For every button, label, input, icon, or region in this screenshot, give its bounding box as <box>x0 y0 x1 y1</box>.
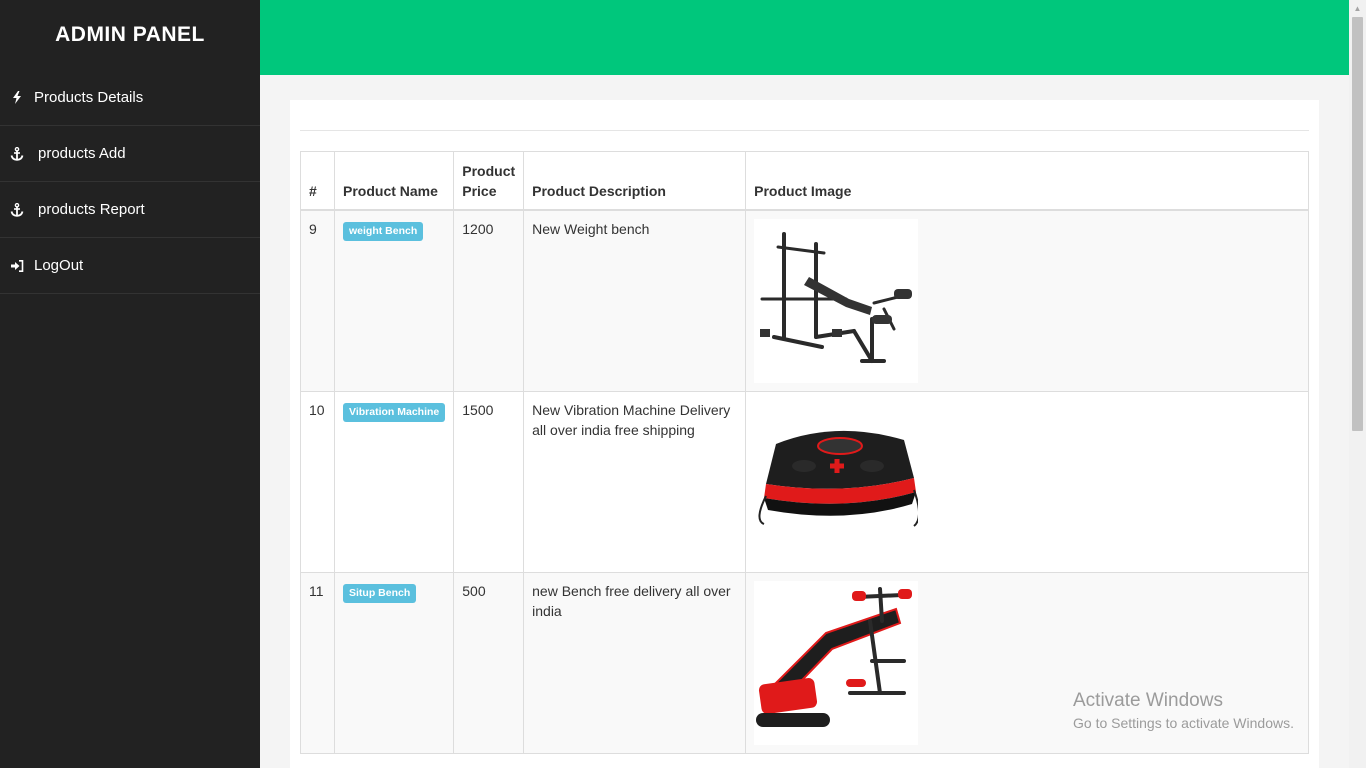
nav-item-label: products Report <box>38 201 145 218</box>
cell-description: New Vibration Machine Delivery all over … <box>523 390 747 573</box>
nav-item-label: LogOut <box>34 257 84 274</box>
cell-description: new Bench free delivery all over india <box>523 571 747 754</box>
anchor-icon <box>10 146 24 161</box>
cell-image <box>745 209 1309 392</box>
cell-index: 11 <box>300 571 335 754</box>
cell-index: 10 <box>300 390 335 573</box>
product-name-badge: weight Bench <box>343 221 424 241</box>
table-row: 10 Vibration Machine 1500 New Vibration … <box>300 390 1309 573</box>
nav-item-products-add[interactable]: products Add <box>0 126 260 182</box>
cell-name: Vibration Machine <box>333 390 455 573</box>
bolt-icon <box>10 91 24 104</box>
table-header-row: # Product Name Product Price Product Des… <box>300 151 1309 211</box>
cell-index: 9 <box>300 209 335 392</box>
table-row: 11 Situp Bench 500 new Bench free delive… <box>300 571 1309 754</box>
cell-price: 1200 <box>453 209 525 392</box>
situp-bench-image <box>754 580 919 745</box>
weight-bench-image <box>754 218 919 383</box>
sign-in-icon <box>10 259 24 272</box>
cell-description: New Weight bench <box>523 209 747 392</box>
vibration-machine-image <box>754 399 921 564</box>
column-header-image: Product Image <box>745 151 1309 211</box>
scroll-up-arrow-icon[interactable]: ▲ <box>1349 0 1366 17</box>
cell-image <box>745 390 1309 573</box>
divider <box>300 130 1309 131</box>
content-panel: # Product Name Product Price Product Des… <box>290 100 1319 768</box>
column-header-name: Product Name <box>333 151 455 211</box>
nav-item-label: Products Details <box>34 89 144 106</box>
cell-name: Situp Bench <box>333 571 455 754</box>
cell-price: 500 <box>453 571 525 754</box>
nav-item-logout[interactable]: LogOut <box>0 238 260 294</box>
brand-title: ADMIN PANEL <box>55 23 205 46</box>
scrollbar-thumb[interactable] <box>1352 17 1363 431</box>
top-header-bar <box>260 0 1349 75</box>
vertical-scrollbar[interactable]: ▲ <box>1349 0 1366 768</box>
cell-image <box>745 571 1309 754</box>
products-table: # Product Name Product Price Product Des… <box>300 151 1309 754</box>
nav-item-products-details[interactable]: Products Details <box>0 70 260 126</box>
table-row: 9 weight Bench 1200 New Weight bench <box>300 209 1309 392</box>
product-name-badge: Situp Bench <box>343 583 417 603</box>
nav-item-products-report[interactable]: products Report <box>0 182 260 238</box>
anchor-icon <box>10 202 24 217</box>
column-header-description: Product Description <box>523 151 747 211</box>
column-header-index: # <box>300 151 335 211</box>
sidebar: ADMIN PANEL Products Details products Ad… <box>0 0 260 768</box>
cell-price: 1500 <box>453 390 525 573</box>
column-header-price: Product Price <box>453 151 525 211</box>
cell-name: weight Bench <box>333 209 455 392</box>
product-name-badge: Vibration Machine <box>343 402 446 422</box>
nav-item-label: products Add <box>38 145 126 162</box>
